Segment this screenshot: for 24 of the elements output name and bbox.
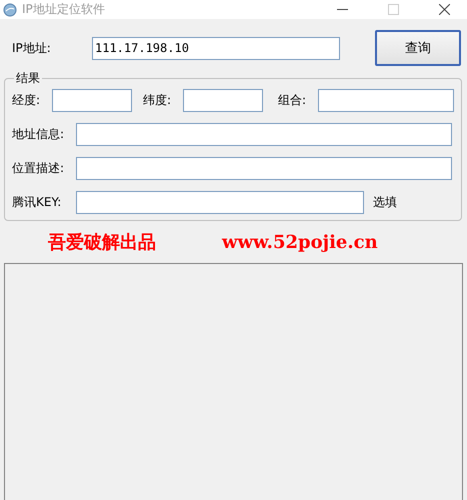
globe-icon: [3, 2, 17, 16]
ip-label: IP地址:: [11, 40, 52, 56]
credit-text: 吾爱破解出品: [48, 231, 156, 254]
coordinate-label: 纬度:: [143, 92, 172, 109]
optional-note: 选填: [373, 194, 397, 211]
coordinate-field[interactable]: [318, 89, 454, 112]
text-field[interactable]: [76, 123, 452, 146]
window-title: IP地址定位软件: [22, 1, 106, 18]
field-label: 地址信息:: [12, 126, 66, 143]
field-label: 位置描述:: [12, 160, 66, 177]
coordinate-label: 组合:: [278, 92, 308, 109]
group-legend: 结果: [14, 70, 42, 87]
query-button[interactable]: 查询: [375, 30, 461, 66]
maximize-icon[interactable]: [388, 4, 398, 15]
coordinate-field[interactable]: [183, 89, 263, 112]
website-link[interactable]: www.52pojie.cn: [222, 232, 378, 252]
close-icon[interactable]: [438, 4, 450, 15]
coordinate-field[interactable]: [52, 89, 132, 112]
text-field[interactable]: [76, 157, 452, 180]
minimize-icon[interactable]: [336, 8, 348, 10]
coordinate-label: 经度:: [12, 92, 42, 109]
text-field[interactable]: [76, 191, 364, 214]
field-label: 腾讯KEY:: [12, 194, 62, 211]
ip-input-field[interactable]: 111.17.198.10: [92, 36, 340, 60]
